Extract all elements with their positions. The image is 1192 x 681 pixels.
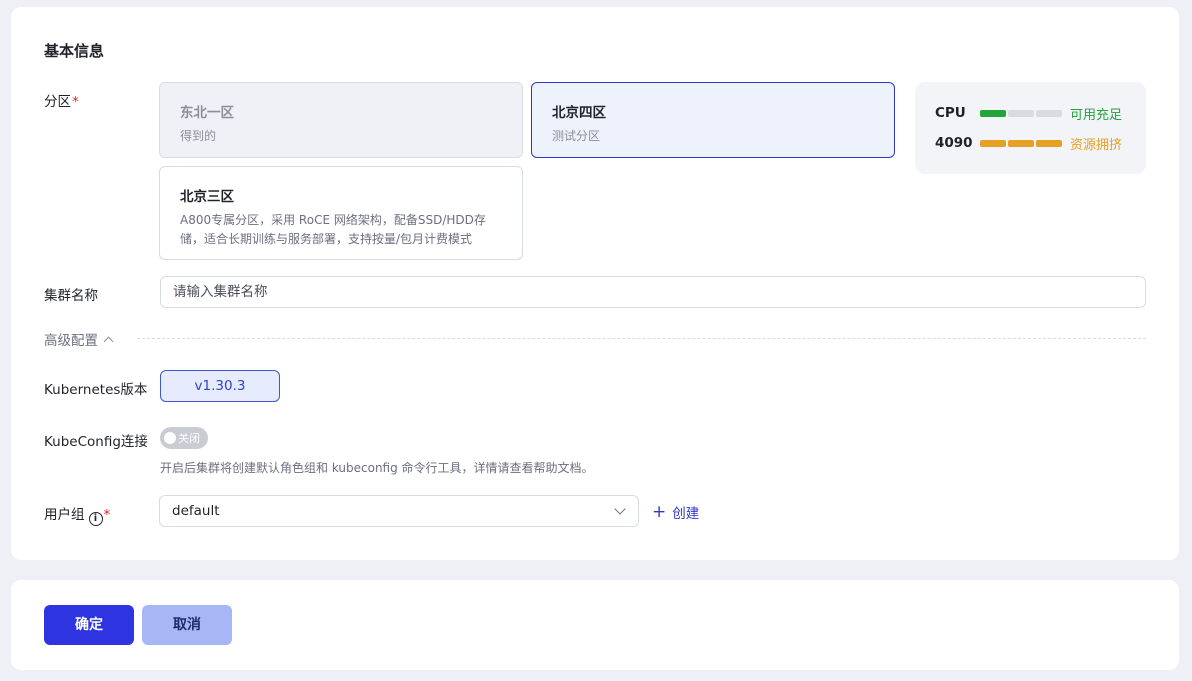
resource-name: 4090: [935, 135, 973, 151]
advanced-config-label: 高级配置: [44, 333, 98, 349]
user-group-value: default: [172, 503, 220, 519]
level-bar: [1008, 139, 1034, 147]
resource-level-bars: [980, 109, 1062, 117]
chevron-up-icon: [103, 336, 114, 346]
resource-row-cpu: CPU 可用充足: [935, 104, 1123, 123]
divider: [137, 338, 1146, 339]
resource-status-panel: CPU 可用充足 4090 资源拥挤: [915, 82, 1146, 174]
create-user-group-button[interactable]: + 创建: [652, 502, 700, 523]
resource-name: CPU: [935, 105, 966, 121]
zone-label: 分区*: [44, 90, 79, 110]
resource-status: 资源拥挤: [1070, 137, 1123, 153]
level-bar: [1008, 109, 1034, 117]
zone-title: 东北一区: [180, 105, 234, 121]
kubeconfig-label: KubeConfig连接: [44, 434, 148, 450]
zone-title: 北京四区: [552, 105, 606, 121]
section-title: 基本信息: [44, 42, 105, 60]
user-group-label-text: 用户组: [44, 507, 85, 523]
level-bar: [1036, 139, 1062, 147]
zone-desc: 得到的: [180, 129, 217, 143]
resource-status: 可用充足: [1070, 107, 1123, 123]
toggle-knob: [164, 432, 176, 444]
required-mark: *: [103, 507, 111, 523]
resource-row-4090: 4090 资源拥挤: [935, 134, 1123, 153]
zone-option-dongbei-1: 东北一区 得到的: [159, 82, 523, 158]
cancel-button[interactable]: 取消: [142, 605, 232, 645]
create-label: 创建: [672, 506, 700, 522]
basic-info-card: 基本信息 分区* 东北一区 得到的 北京四区 测试分区 北京三区 A800专属分…: [11, 7, 1179, 560]
zone-desc: 测试分区: [552, 129, 601, 143]
zone-label-text: 分区: [44, 94, 71, 110]
kubeconfig-toggle[interactable]: 关闭: [160, 427, 208, 449]
level-bar: [1036, 109, 1062, 117]
kubernetes-version-label: Kubernetes版本: [44, 382, 148, 398]
toggle-text: 关闭: [178, 432, 200, 445]
zone-option-beijing-3[interactable]: 北京三区 A800专属分区，采用 RoCE 网络架构，配备SSD/HDD存储，适…: [159, 166, 523, 260]
level-bar: [980, 109, 1006, 117]
user-group-label: 用户组 i *: [44, 503, 110, 526]
advanced-config-toggle[interactable]: 高级配置: [44, 329, 114, 349]
info-icon[interactable]: i: [88, 512, 103, 526]
confirm-button[interactable]: 确定: [44, 605, 134, 645]
kubeconfig-help-text: 开启后集群将创建默认角色组和 kubeconfig 命令行工具，详情请查看帮助文…: [160, 461, 594, 475]
cluster-name-input[interactable]: 请输入集群名称: [160, 276, 1146, 308]
zone-desc: A800专属分区，采用 RoCE 网络架构，配备SSD/HDD存储，适合长期训练…: [180, 213, 486, 246]
footer-card: 确定 取消: [11, 580, 1179, 670]
user-group-select[interactable]: default: [159, 495, 639, 527]
required-mark: *: [72, 94, 79, 110]
kubernetes-version-option[interactable]: v1.30.3: [160, 370, 280, 402]
zone-title: 北京三区: [180, 189, 234, 205]
resource-level-bars: [980, 139, 1062, 147]
chevron-down-icon: [614, 503, 626, 515]
plus-icon: +: [652, 502, 667, 522]
zone-option-beijing-4[interactable]: 北京四区 测试分区: [531, 82, 895, 158]
level-bar: [980, 139, 1006, 147]
cluster-name-label: 集群名称: [44, 288, 98, 304]
